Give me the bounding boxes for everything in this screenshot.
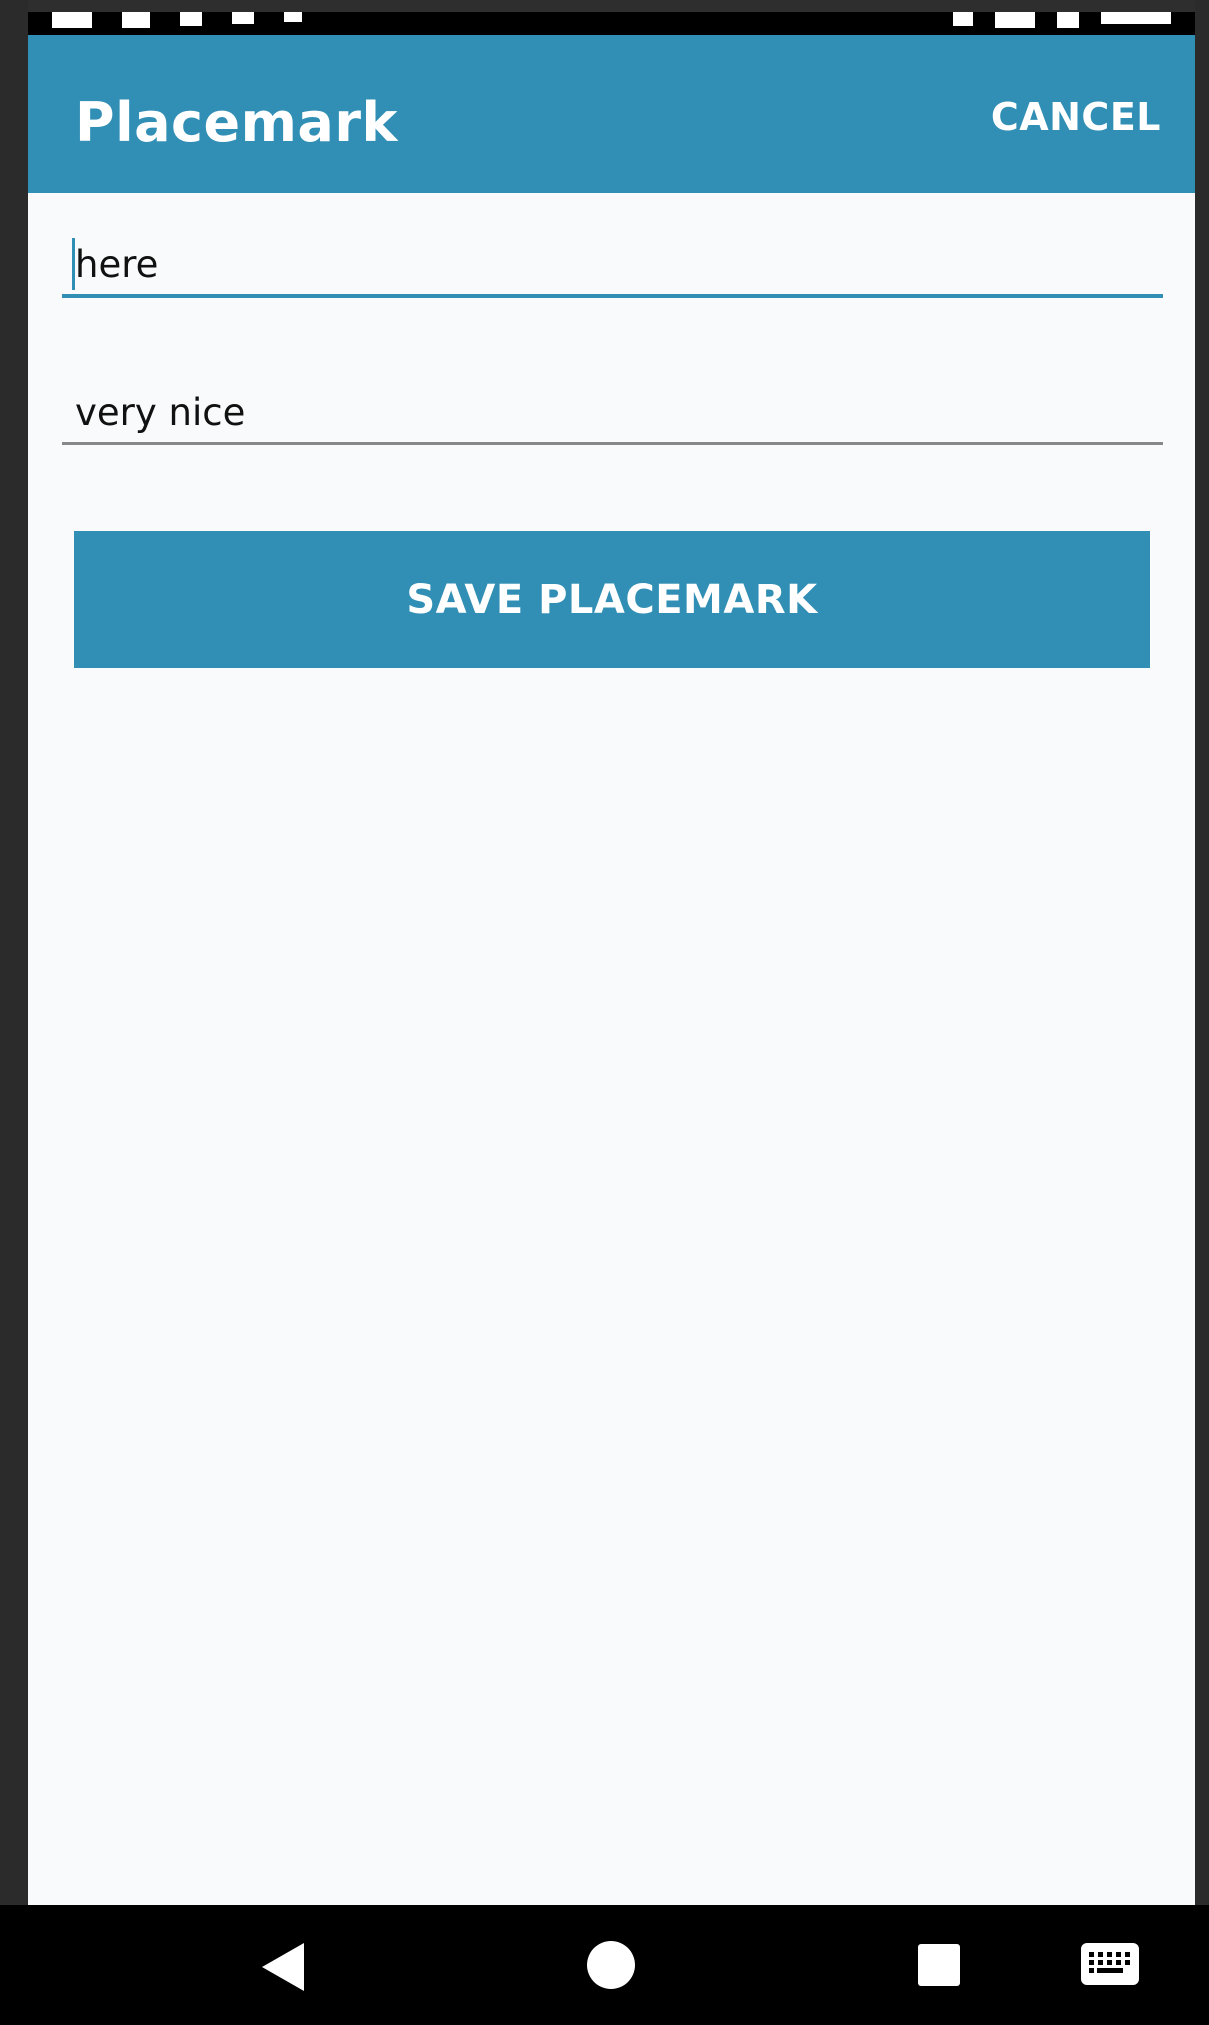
save-placemark-button[interactable]: SAVE PLACEMARK xyxy=(74,531,1150,668)
home-icon[interactable] xyxy=(587,1941,635,1989)
signal-icon xyxy=(995,12,1035,28)
system-nav-bar xyxy=(0,1905,1209,2025)
text-cursor xyxy=(72,238,75,290)
notification-icon xyxy=(122,12,150,28)
placemark-title-input[interactable] xyxy=(62,234,1163,294)
placemark-title-field[interactable] xyxy=(62,234,1163,298)
back-icon[interactable] xyxy=(262,1943,304,1991)
wifi-icon xyxy=(953,12,973,26)
toolbar-title: Placemark xyxy=(75,91,398,154)
notification-icon xyxy=(52,12,92,28)
notification-icon xyxy=(232,12,254,24)
battery-icon xyxy=(1057,12,1079,28)
keyboard-icon[interactable] xyxy=(1081,1943,1139,1985)
placemark-description-field[interactable] xyxy=(62,382,1163,445)
device-frame-right xyxy=(1195,0,1209,2025)
app-toolbar: Placemark CANCEL xyxy=(28,35,1195,193)
placemark-description-input[interactable] xyxy=(62,382,1163,442)
keyboard-spacebar xyxy=(1097,1968,1123,1973)
status-bar xyxy=(28,12,1195,35)
notification-icon xyxy=(180,12,202,26)
recents-icon[interactable] xyxy=(918,1944,960,1986)
device-frame-left xyxy=(0,0,28,2025)
cancel-button[interactable]: CANCEL xyxy=(991,95,1161,139)
notification-icon xyxy=(284,12,302,22)
app-screen: Placemark CANCEL SAVE PLACEMARK xyxy=(28,12,1195,2025)
clock-icon xyxy=(1101,12,1171,24)
